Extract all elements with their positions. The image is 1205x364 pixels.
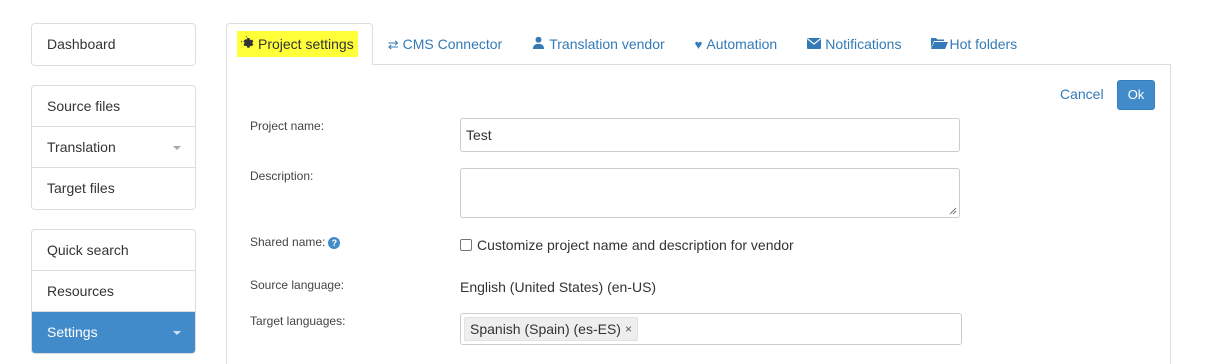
sidebar-item-label: Source files: [47, 98, 121, 114]
sidebar-item-label: Target files: [47, 180, 115, 196]
tab-automation[interactable]: ♥ Automation: [680, 23, 793, 65]
sidebar-item-quick-search[interactable]: Quick search: [32, 230, 195, 271]
settings-tabs: Project settings ⇄ CMS Connector Transla…: [226, 23, 1032, 65]
project-name-value: Test: [466, 127, 492, 143]
tab-highlight: Project settings: [237, 31, 358, 57]
tab-hot-folders[interactable]: Hot folders: [916, 23, 1032, 65]
help-icon[interactable]: ?: [328, 237, 341, 249]
shared-name-label: Shared name:?: [250, 235, 341, 249]
tab-label: Notifications: [825, 35, 902, 52]
tab-label: Translation vendor: [549, 35, 665, 52]
customize-checkbox[interactable]: [460, 239, 472, 251]
tab-translation-vendor[interactable]: Translation vendor: [517, 23, 679, 65]
tab-project-settings[interactable]: Project settings: [226, 23, 373, 65]
language-tag: Spanish (Spain) (es-ES) ×: [464, 317, 638, 341]
cancel-button[interactable]: Cancel: [1060, 86, 1104, 102]
gear-icon: [240, 24, 254, 65]
description-label: Description:: [250, 169, 314, 183]
source-language-label: Source language:: [250, 278, 345, 292]
customize-checkbox-label: Customize project name and description f…: [477, 237, 794, 253]
sidebar-item-label: Settings: [47, 324, 98, 340]
caret-down-icon: [173, 146, 181, 150]
ok-button[interactable]: Ok: [1117, 80, 1155, 110]
tab-label: Hot folders: [949, 35, 1018, 52]
remove-tag-icon[interactable]: ×: [625, 322, 632, 336]
user-icon: [532, 24, 545, 65]
sidebar-item-label: Quick search: [47, 242, 129, 258]
caret-down-icon: [173, 331, 181, 335]
sidebar-item-dashboard[interactable]: Dashboard: [32, 24, 195, 65]
swap-arrows-icon: ⇄: [387, 36, 399, 52]
sidebar-item-translation[interactable]: Translation: [32, 127, 195, 168]
resize-handle-icon[interactable]: [949, 207, 957, 215]
customize-checkbox-row[interactable]: Customize project name and description f…: [460, 237, 794, 253]
tab-label: Project settings: [258, 35, 354, 52]
target-languages-input[interactable]: Spanish (Spain) (es-ES) ×: [460, 313, 962, 345]
tab-label: CMS Connector: [402, 35, 503, 52]
sidebar-item-settings[interactable]: Settings: [32, 312, 195, 353]
heart-icon: ♥: [694, 36, 703, 52]
tab-label: Automation: [706, 35, 778, 52]
description-textarea[interactable]: [460, 168, 960, 218]
language-tag-label: Spanish (Spain) (es-ES): [470, 321, 621, 337]
sidebar-item-source-files[interactable]: Source files: [32, 86, 195, 127]
source-language-value: English (United States) (en-US): [460, 279, 657, 295]
envelope-icon: [807, 24, 822, 65]
sidebar-group-main: Dashboard: [31, 23, 196, 66]
sidebar-item-label: Resources: [47, 283, 114, 299]
sidebar-item-label: Translation: [47, 139, 116, 155]
target-languages-label: Target languages:: [250, 314, 346, 328]
folder-open-icon: [931, 24, 949, 65]
project-name-label: Project name:: [250, 119, 325, 133]
tab-cms-connector[interactable]: ⇄ CMS Connector: [373, 23, 518, 65]
sidebar-group-tools: Quick search Resources Settings: [31, 229, 196, 354]
shared-name-text: Shared name:: [250, 235, 326, 249]
sidebar-item-resources[interactable]: Resources: [32, 271, 195, 312]
sidebar-item-label: Dashboard: [47, 36, 116, 52]
project-name-input[interactable]: Test: [460, 118, 960, 152]
sidebar-item-target-files[interactable]: Target files: [32, 168, 195, 209]
tab-notifications[interactable]: Notifications: [792, 23, 916, 65]
sidebar-group-files: Source files Translation Target files: [31, 85, 196, 210]
